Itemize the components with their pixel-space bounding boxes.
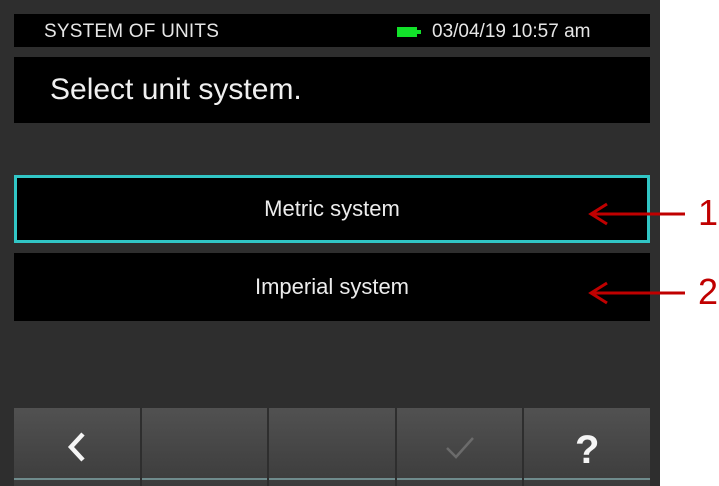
screen-title: SYSTEM OF UNITS — [44, 21, 220, 42]
softkey-2[interactable] — [141, 408, 268, 486]
metric-system-label: Metric system — [264, 196, 400, 221]
status-bar: SYSTEM OF UNITS 03/04/19 10:57 am — [14, 14, 650, 47]
softkey-3[interactable] — [269, 408, 395, 486]
callout-number-2: 2 — [698, 271, 719, 312]
prompt-header: Select unit system. — [14, 57, 650, 123]
callout-arrow-1 — [588, 202, 685, 226]
device-screen: SYSTEM OF UNITS 03/04/19 10:57 am Select… — [0, 0, 660, 486]
callout-number-1: 1 — [698, 192, 719, 233]
help-icon: ? — [574, 427, 600, 472]
help-button[interactable]: ? — [524, 408, 650, 486]
prompt-text: Select unit system. — [50, 73, 302, 106]
confirm-button[interactable] — [396, 408, 523, 486]
softkey-bar: ? — [14, 408, 650, 486]
battery-icon — [397, 27, 417, 37]
back-button[interactable] — [14, 408, 140, 486]
checkmark-icon — [445, 437, 474, 459]
battery-tip — [417, 30, 421, 34]
date-time: 03/04/19 10:57 am — [432, 21, 591, 42]
back-chevron-icon — [67, 432, 85, 462]
imperial-system-button[interactable]: Imperial system — [14, 253, 650, 321]
metric-system-button[interactable]: Metric system — [14, 175, 650, 243]
imperial-system-label: Imperial system — [254, 274, 410, 299]
callout-arrow-2 — [588, 281, 685, 305]
